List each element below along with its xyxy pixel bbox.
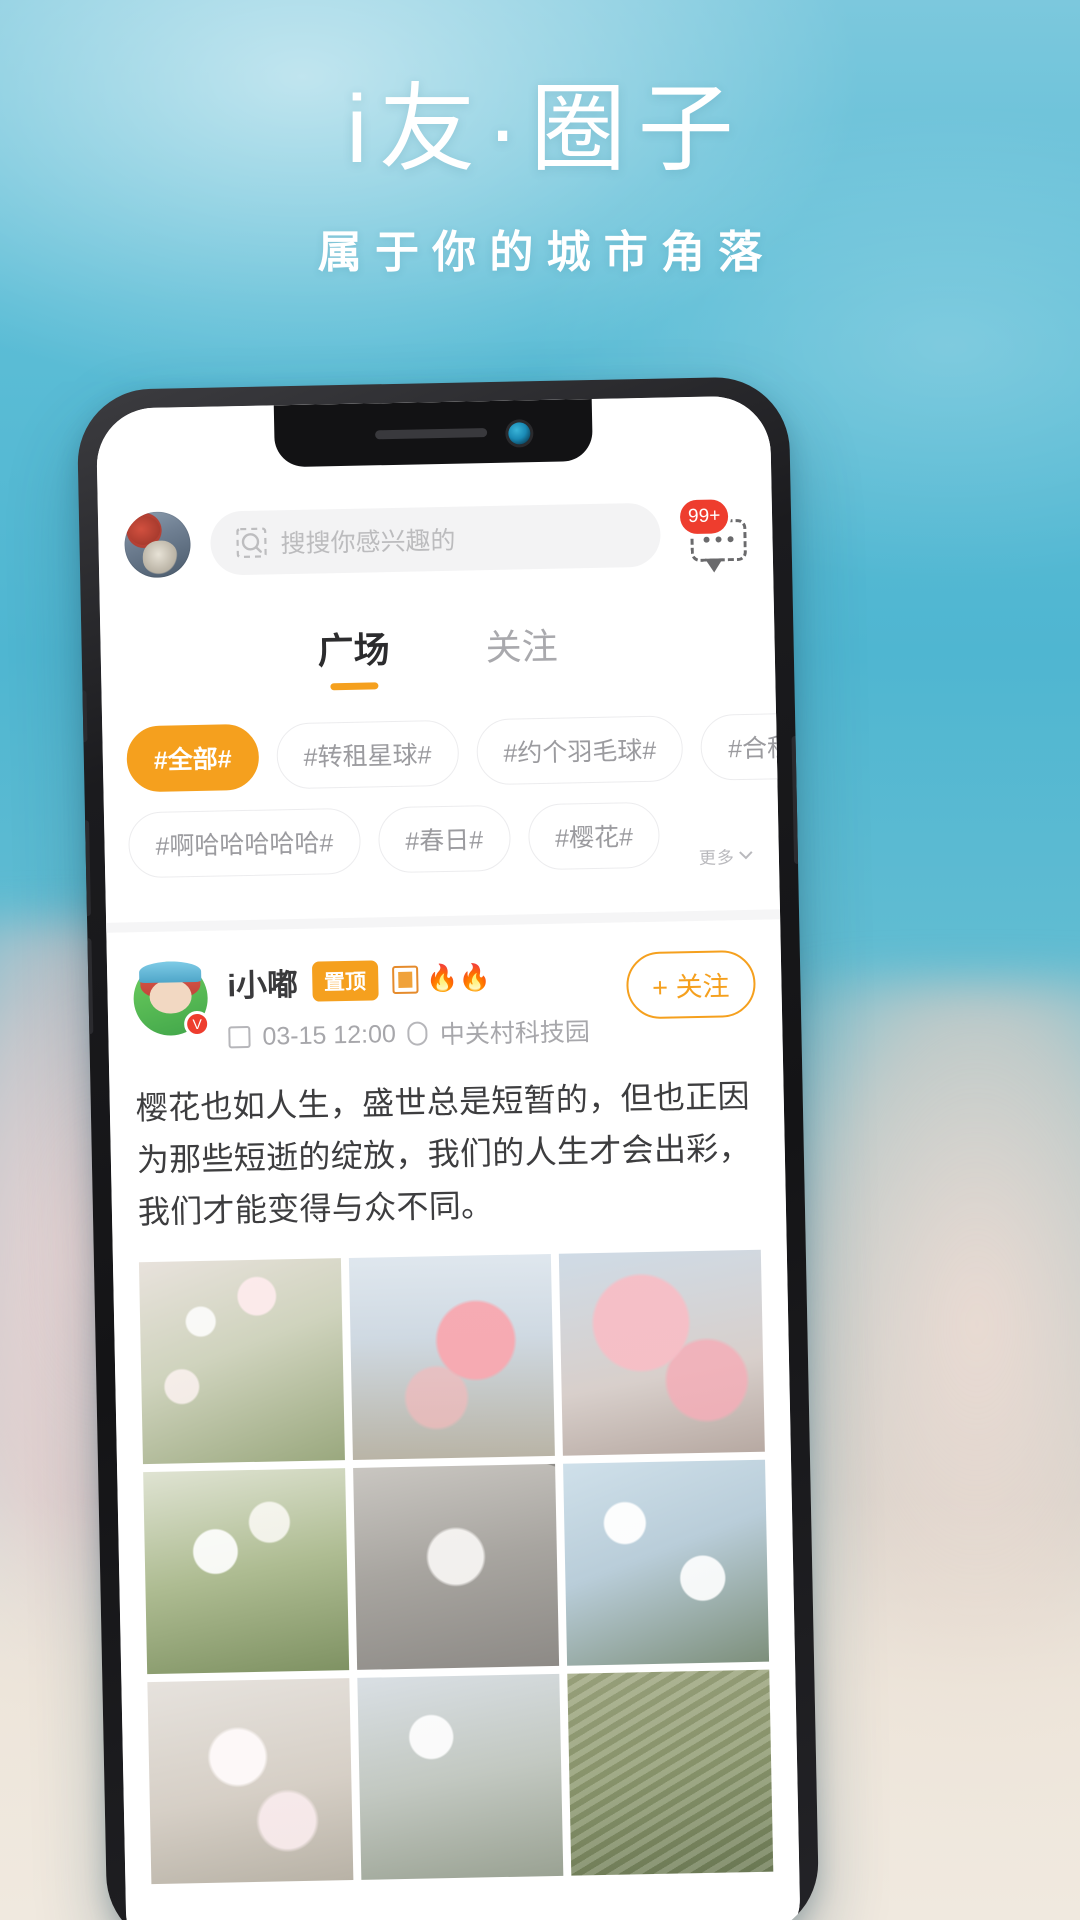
user-avatar[interactable] [123,511,192,579]
post-image-grid [138,1250,774,1885]
post-meta: i小嘟 置顶 🔥🔥 03-15 12:00 中关村科技园 [227,953,608,1056]
post-image-2[interactable] [348,1254,555,1461]
post-image-5[interactable] [353,1464,560,1671]
tab-following[interactable]: 关注 [485,618,558,687]
post-author-name[interactable]: i小嘟 [227,959,299,1005]
post-author-avatar[interactable]: V [132,960,211,1038]
post-card: V i小嘟 置顶 🔥🔥 03-15 12:00 中关村科技园 + 关注 樱花也如… [106,919,799,1885]
verified-badge-icon: V [183,1010,211,1038]
fire-emoji-icon: 🔥🔥 [425,962,491,994]
post-time: 03-15 12:00 [262,1019,397,1051]
tag-chip-all[interactable]: #全部# [126,723,260,793]
post-pin-badge: 置顶 [311,959,379,1002]
tag-chip-spring[interactable]: #春日# [377,804,511,874]
tag-row-2: #啊哈哈哈哈哈# #春日# #樱花# [127,800,755,879]
search-input[interactable]: 搜搜你感兴趣的 [209,502,662,576]
message-button[interactable]: 99+ [679,499,747,564]
emoji-placeholder-icon [391,965,419,994]
tag-chip-flatshare[interactable]: #合租# [700,712,801,781]
post-image-9[interactable] [567,1670,774,1877]
chevron-down-icon [739,851,753,860]
app-screen: 搜搜你感兴趣的 99+ 广场 关注 #全部# #转租星球# #约个羽毛球# #合… [95,395,801,1920]
phone-notch [273,398,593,468]
feed-tabs: 广场 关注 [100,595,776,701]
post-emoji-row: 🔥🔥 [391,962,491,995]
message-dots-icon [703,536,734,543]
tag-expand-button[interactable]: 更多 [699,843,753,869]
tag-chip-sakura[interactable]: #樱花# [527,801,661,871]
post-image-6[interactable] [563,1460,770,1667]
hero-section: i友·圈子 属于你的城市角落 [0,70,1080,280]
message-badge: 99+ [679,499,729,535]
tag-chip-sublet[interactable]: #转租星球# [275,719,460,790]
post-location: 中关村科技园 [439,1018,591,1050]
location-pin-icon [407,1021,429,1046]
post-image-7[interactable] [147,1678,354,1885]
tag-expand-label: 更多 [698,848,736,868]
phone-mockup: 搜搜你感兴趣的 99+ 广场 关注 #全部# #转租星球# #约个羽毛球# #合… [76,376,820,1920]
post-image-1[interactable] [138,1258,345,1465]
avatar-face [149,978,192,1014]
front-camera-icon [508,422,531,445]
post-image-4[interactable] [143,1468,350,1675]
top-search-bar: 搜搜你感兴趣的 99+ [97,457,774,608]
post-text: 樱花也如人生，盛世总是短暂的，但也正因为那些短逝的绽放，我们的人生才会出彩，我们… [135,1077,752,1230]
page-subtitle: 属于你的城市角落 [317,228,776,277]
phone-screen: 搜搜你感兴趣的 99+ 广场 关注 #全部# #转租星球# #约个羽毛球# #合… [95,395,801,1920]
search-icon [236,527,267,559]
follow-button[interactable]: + 关注 [625,949,757,1020]
tag-chip-badminton[interactable]: #约个羽毛球# [475,715,684,786]
page-title: i友·圈子 [346,76,746,183]
calendar-icon [228,1025,251,1049]
post-author-row: i小嘟 置顶 🔥🔥 [227,953,607,1006]
tag-chip-ahaha[interactable]: #啊哈哈哈哈哈# [127,807,361,879]
post-image-3[interactable] [558,1250,765,1457]
tab-plaza[interactable]: 广场 [317,621,390,690]
post-image-8[interactable] [357,1674,564,1881]
post-header: V i小嘟 置顶 🔥🔥 03-15 12:00 中关村科技园 + 关注 [132,949,757,1057]
tag-row-1: #全部# #转租星球# #约个羽毛球# #合租# [126,712,801,793]
avatar-cap [138,960,202,983]
post-submeta-row: 03-15 12:00 中关村科技园 [228,1012,607,1056]
search-placeholder: 搜搜你感兴趣的 [280,526,456,559]
tag-filter-section: #全部# #转租星球# #约个羽毛球# #合租# #啊哈哈哈哈哈# #春日# #… [102,687,801,922]
earpiece-speaker [375,428,488,440]
